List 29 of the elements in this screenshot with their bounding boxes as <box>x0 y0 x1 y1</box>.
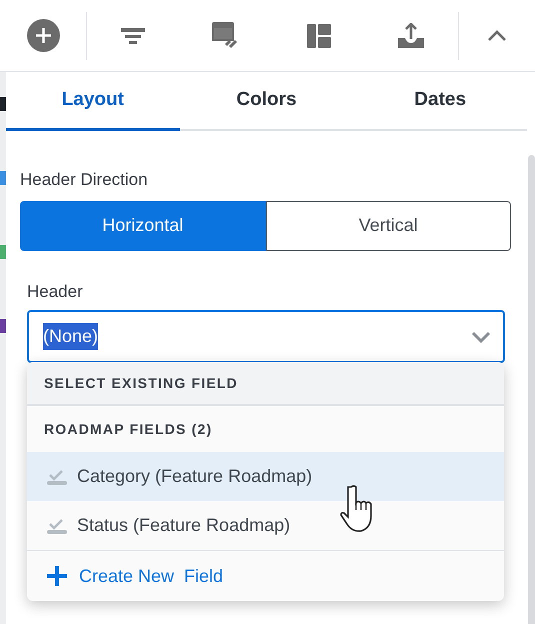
group-heading: ROADMAP FIELDS (2) <box>43 420 214 439</box>
upload-icon[interactable] <box>398 22 424 49</box>
segment-button[interactable]: Vertical <box>266 200 511 250</box>
tab[interactable]: Layout <box>6 72 180 131</box>
hand-cursor-icon <box>340 484 374 532</box>
color-bar <box>0 97 6 111</box>
field-icon <box>47 518 67 534</box>
dropdown-item[interactable]: Category (Feature Roadmap) <box>27 452 504 501</box>
header-select[interactable]: (None) <box>27 310 505 363</box>
tab[interactable]: Dates <box>353 72 528 131</box>
scrollbar[interactable] <box>528 155 535 624</box>
create-field-link[interactable]: Create New Field <box>27 550 504 601</box>
field-icon <box>47 468 67 484</box>
plus-icon <box>47 566 67 586</box>
chevron-up-icon[interactable] <box>488 30 506 41</box>
dropdown-item[interactable]: Status (Feature Roadmap) <box>27 501 504 550</box>
section-heading: SELECT EXISTING FIELD <box>27 362 504 406</box>
color-bar <box>0 171 6 185</box>
chevron-down-icon <box>471 330 491 342</box>
color-bar <box>0 245 6 259</box>
field-label: Header Direction <box>20 169 149 191</box>
tab[interactable]: Colors <box>180 72 354 131</box>
layout-icon[interactable] <box>306 22 331 49</box>
window-link-icon[interactable] <box>212 22 240 49</box>
segment-button[interactable]: Horizontal <box>20 200 266 250</box>
select-value: (None) <box>43 323 98 350</box>
add-icon[interactable] <box>26 19 60 52</box>
color-bar <box>0 319 6 333</box>
field-label: Header <box>26 280 84 302</box>
